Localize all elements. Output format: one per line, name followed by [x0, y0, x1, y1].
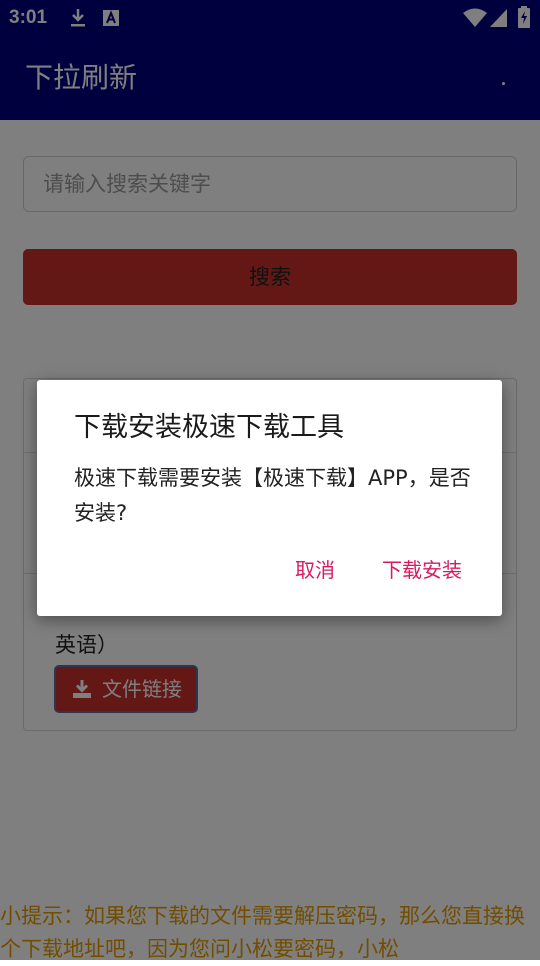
cancel-button[interactable]: 取消	[295, 556, 335, 584]
dialog-message: 极速下载需要安装【极速下载】APP，是否安装?	[74, 466, 471, 525]
download-install-button[interactable]: 下载安装	[382, 556, 462, 584]
install-dialog: 下载安装极速下载工具 极速下载需要安装【极速下载】APP，是否安装? 取消 下载…	[37, 380, 502, 616]
dialog-title: 下载安装极速下载工具	[74, 412, 344, 443]
